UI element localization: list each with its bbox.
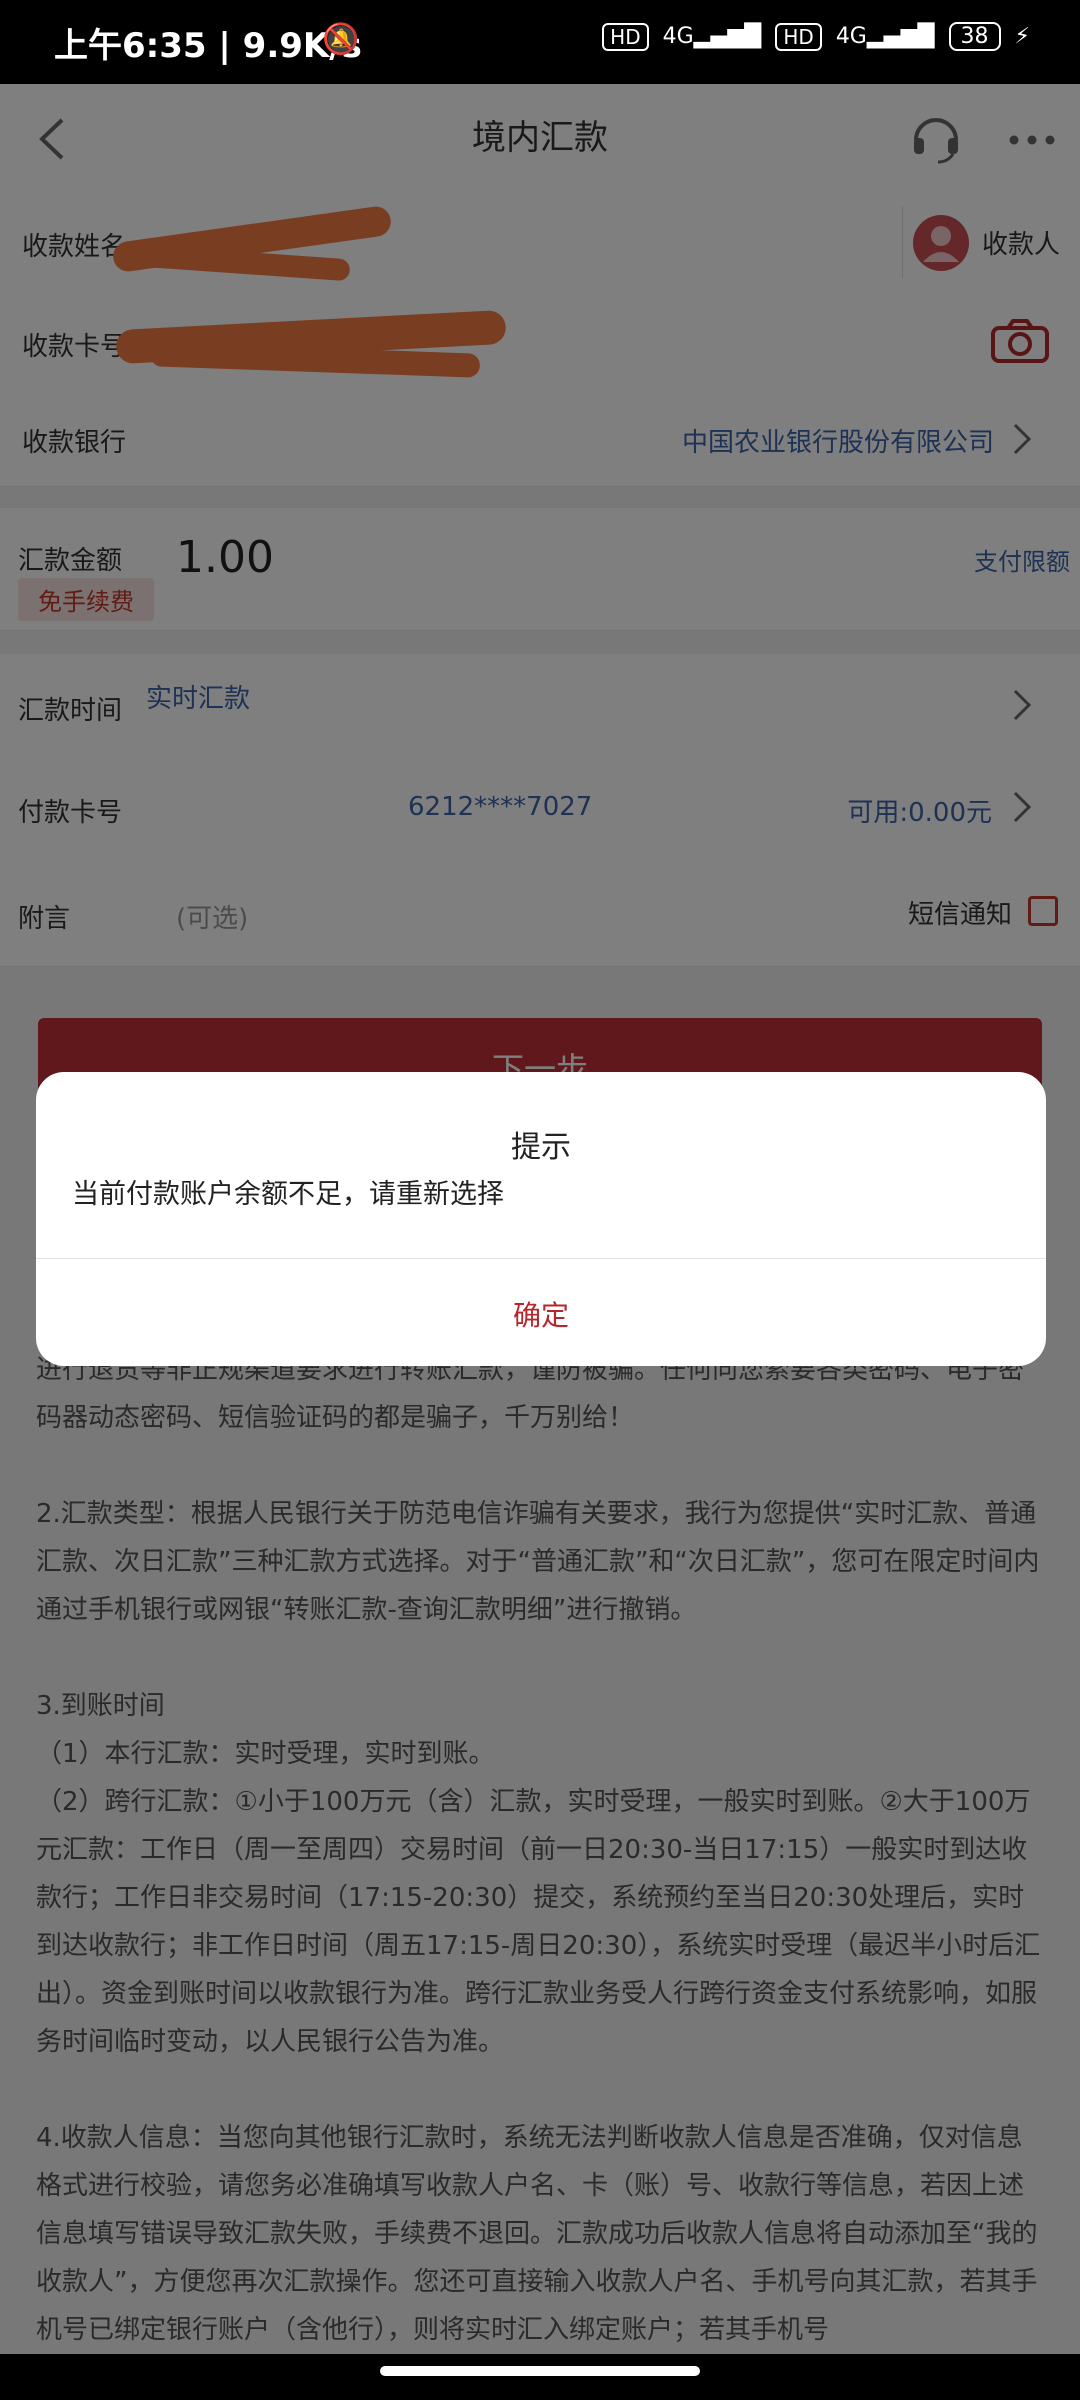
battery-icon: 38: [948, 22, 1001, 51]
charging-icon: ⚡: [1014, 24, 1030, 49]
status-bar: 上午6:35 | 9.9K/s 🔕 HD 4G▂▄▆█ HD 4G▂▄▆█ 38…: [0, 0, 1080, 84]
status-icons: HD 4G▂▄▆█ HD 4G▂▄▆█ 38 ⚡: [602, 22, 1030, 51]
system-nav-bar: [0, 2354, 1080, 2400]
signal-icon-2: 4G▂▄▆█: [835, 24, 935, 49]
signal-icon: 4G▂▄▆█: [662, 24, 762, 49]
dialog-message: 当前付款账户余额不足，请重新选择: [72, 1179, 504, 1210]
hd-icon-2: HD: [775, 22, 822, 51]
mute-icon: 🔕: [322, 22, 360, 57]
dialog-title: 提示: [511, 1130, 571, 1165]
home-indicator[interactable]: [380, 2366, 700, 2376]
hd-icon: HD: [602, 22, 649, 51]
status-time: 上午6:35 | 9.9K/s: [54, 26, 362, 66]
dialog-divider: [36, 1258, 1046, 1259]
confirm-button[interactable]: 确定: [36, 1294, 1046, 1334]
alert-dialog: 提示 当前付款账户余额不足，请重新选择 确定: [36, 1072, 1046, 1366]
